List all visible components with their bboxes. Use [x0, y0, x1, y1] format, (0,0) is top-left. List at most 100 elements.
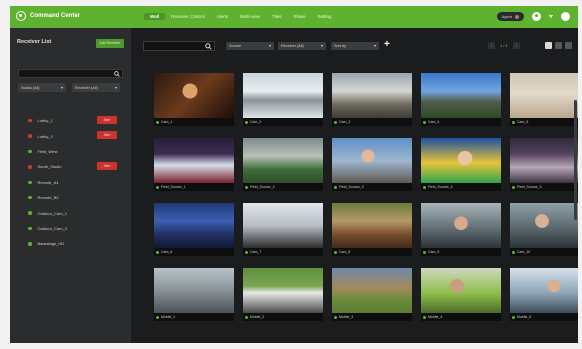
receiver-item[interactable]: Remote_B2	[10, 190, 131, 205]
main-panel: Source Receiver (All) Sort by + ‹ 1 / 1 …	[131, 28, 578, 343]
sort-select[interactable]: Sort by	[331, 42, 379, 50]
status-dot-icon	[28, 134, 32, 138]
nav-item-share[interactable]: Share	[287, 13, 311, 20]
video-thumbnail[interactable]	[421, 268, 501, 313]
status-dot-icon	[423, 120, 426, 124]
user-icon[interactable]	[532, 12, 541, 21]
next-page-button[interactable]: ›	[512, 42, 520, 49]
receiver-select[interactable]: Receiver (All)	[278, 42, 326, 50]
brand[interactable]: Command Center	[16, 11, 80, 21]
video-thumbnail[interactable]	[243, 203, 323, 248]
receiver-item[interactable]: South_Studio Alert	[10, 159, 131, 174]
video-thumbnail[interactable]	[421, 203, 501, 248]
list-view-icon[interactable]	[555, 42, 562, 49]
tile-view-icon[interactable]	[565, 42, 572, 49]
nav-item-alerts[interactable]: Alerts	[211, 13, 235, 20]
tile-label: Field_Source_4	[428, 185, 453, 189]
source-tile[interactable]: Field_Source_2	[243, 138, 323, 193]
source-search-input[interactable]	[144, 42, 208, 50]
source-tile[interactable]: Cam_1	[154, 73, 234, 128]
video-thumbnail[interactable]	[243, 73, 323, 118]
source-tile[interactable]: Cam_8	[332, 203, 412, 258]
search-icon[interactable]	[114, 71, 120, 77]
tile-label: Field_Source_5	[517, 185, 542, 189]
menu-icon[interactable]	[561, 12, 570, 21]
receiver-item[interactable]: Field_West	[10, 144, 131, 159]
source-select[interactable]: Source	[226, 42, 274, 50]
nav-item-wall[interactable]: Wall	[144, 13, 166, 20]
video-thumbnail[interactable]	[510, 73, 578, 118]
video-thumbnail[interactable]	[243, 138, 323, 183]
chevron-down-icon[interactable]	[549, 15, 553, 18]
tile-caption: Field_Source_5	[510, 183, 578, 191]
video-thumbnail[interactable]	[154, 268, 234, 313]
tile-label: Mobile_2	[250, 315, 265, 319]
nav-item-setting[interactable]: Setting	[312, 13, 338, 20]
receiver-name: Field_West	[37, 148, 58, 154]
source-tile[interactable]: Mobile_2	[243, 268, 323, 323]
video-thumbnail[interactable]	[243, 268, 323, 313]
video-thumbnail[interactable]	[154, 73, 234, 118]
receiver-item[interactable]: Backstage_HD	[10, 236, 131, 251]
status-dot-icon	[423, 315, 426, 319]
status-dot-icon	[512, 185, 515, 189]
video-thumbnail[interactable]	[154, 203, 234, 248]
source-tile[interactable]: Field_Source_5	[510, 138, 578, 193]
tile-caption: Cam_2	[243, 118, 323, 126]
nav-item-multi-view[interactable]: Multi-view	[234, 13, 266, 20]
source-tile[interactable]: Field_Source_1	[154, 138, 234, 193]
video-thumbnail[interactable]	[510, 268, 578, 313]
video-thumbnail[interactable]	[421, 138, 501, 183]
video-thumbnail[interactable]	[421, 73, 501, 118]
source-tile[interactable]: Mobile_1	[154, 268, 234, 323]
source-tile[interactable]: Cam_5	[510, 73, 578, 128]
receiver-search-input[interactable]	[19, 70, 115, 77]
status-pill[interactable]: Agent	[496, 12, 524, 21]
status-dot-icon	[512, 250, 515, 254]
status-filter-select[interactable]: Status (All)	[18, 83, 66, 92]
source-tile[interactable]: Cam_9	[421, 203, 501, 258]
source-tile[interactable]: Mobile_5	[510, 268, 578, 323]
add-receiver-button[interactable]: Add Receiver	[96, 39, 124, 48]
receiver-item[interactable]: Remote_A1	[10, 175, 131, 190]
nav-item-receiver-control[interactable]: Receiver Control	[165, 13, 211, 20]
source-tile[interactable]: Cam_3	[332, 73, 412, 128]
video-thumbnail[interactable]	[332, 73, 412, 118]
receiver-name: Backstage_HD	[37, 241, 65, 247]
video-thumbnail[interactable]	[510, 203, 578, 248]
tile-label: Cam_2	[250, 120, 262, 124]
source-tile[interactable]: Cam_6	[154, 203, 234, 258]
alert-badge[interactable]: Alert	[97, 162, 117, 171]
alert-badge[interactable]: Alert	[97, 116, 117, 124]
scrollbar[interactable]	[574, 100, 577, 220]
pager-text: 1 / 1	[500, 43, 508, 48]
nav-item-tiles[interactable]: Tiles	[266, 13, 287, 20]
source-tile[interactable]: Field_Source_3	[332, 138, 412, 193]
receiver-item[interactable]: Outdoor_Cam_2	[10, 221, 131, 236]
tile-label: Cam_1	[161, 120, 173, 124]
source-tile[interactable]: Field_Source_4	[421, 138, 501, 193]
receiver-item[interactable]: Lobby_2 Alert	[10, 128, 131, 143]
receiver-item[interactable]: Lobby_1 Alert	[10, 113, 131, 128]
source-tile[interactable]: Mobile_4	[421, 268, 501, 323]
video-thumbnail[interactable]	[332, 268, 412, 313]
source-tile[interactable]: Cam_7	[243, 203, 323, 258]
grid-view-icon[interactable]	[545, 42, 552, 49]
source-tile[interactable]: Cam_2	[243, 73, 323, 128]
add-icon[interactable]: +	[384, 40, 390, 50]
prev-page-button[interactable]: ‹	[488, 42, 495, 49]
source-tile[interactable]: Cam_4	[421, 73, 501, 128]
video-thumbnail[interactable]	[332, 138, 412, 183]
receiver-list: Lobby_1 Alert Lobby_2 Alert Field_West South_…	[10, 113, 131, 252]
receiver-item[interactable]: Outdoor_Cam_1	[10, 205, 131, 220]
alert-badge[interactable]: Alert	[97, 131, 117, 140]
receiver-filter-select[interactable]: Receiver (All)	[72, 83, 120, 92]
search-icon[interactable]	[205, 43, 212, 50]
video-thumbnail[interactable]	[510, 138, 578, 183]
source-tile[interactable]: Mobile_3	[332, 268, 412, 323]
video-thumbnail[interactable]	[332, 203, 412, 248]
source-tile[interactable]: Cam_10	[510, 203, 578, 258]
chevron-down-icon	[374, 45, 376, 47]
status-dot-icon	[156, 120, 159, 124]
video-thumbnail[interactable]	[154, 138, 234, 183]
